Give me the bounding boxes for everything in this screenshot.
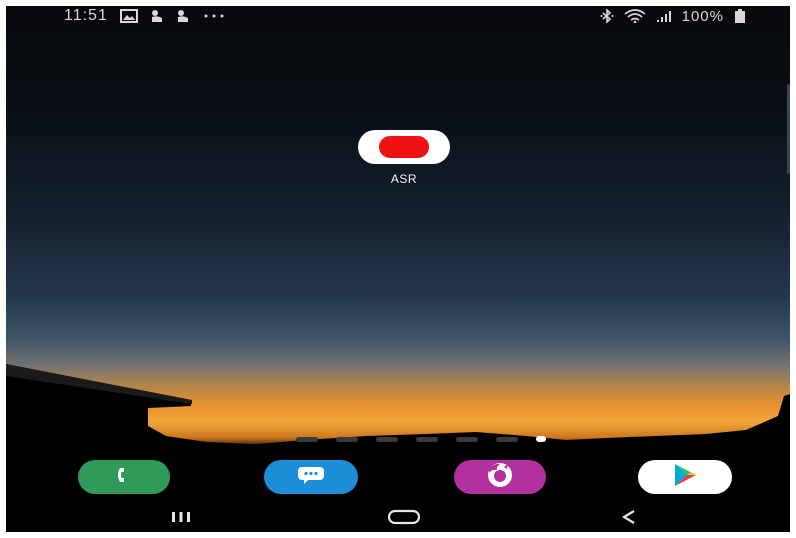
recents-icon: [168, 510, 194, 529]
status-bar: 11:51 100%: [6, 6, 790, 26]
home-icon: [387, 509, 421, 530]
edge-panel-handle[interactable]: [787, 84, 790, 174]
messages-app[interactable]: [264, 460, 358, 494]
phone-icon: [113, 464, 135, 491]
page-dot[interactable]: [336, 436, 358, 442]
gallery-icon: [119, 9, 138, 23]
page-dot[interactable]: [416, 436, 438, 442]
back-button[interactable]: [606, 506, 652, 532]
clock: 11:51: [64, 7, 108, 24]
more-notifications-icon: [202, 13, 226, 19]
status-right: 100%: [600, 6, 746, 26]
page-dot[interactable]: [376, 436, 398, 442]
status-left: 11:51: [64, 6, 226, 26]
page-dot[interactable]: [296, 436, 318, 442]
play-store-icon: [663, 462, 707, 493]
page-dot[interactable]: [496, 436, 518, 442]
page-indicator: [296, 436, 546, 442]
asr-app[interactable]: ASR: [358, 130, 450, 186]
asr-app-label: ASR: [390, 172, 418, 186]
dock: [6, 458, 790, 498]
notification-icon: [150, 9, 164, 23]
home-button[interactable]: [378, 506, 430, 532]
wifi-icon: [624, 9, 646, 23]
home-screen: 11:51 100% ASR: [6, 6, 790, 532]
bluetooth-icon: [600, 9, 614, 23]
notification-icon: [176, 9, 190, 23]
phone-app[interactable]: [78, 460, 170, 494]
battery-icon: [734, 9, 746, 23]
asr-app-icon[interactable]: [358, 130, 450, 164]
page-dot-active[interactable]: [536, 436, 546, 442]
play-store-app[interactable]: [638, 460, 732, 494]
signal-icon: [656, 9, 672, 23]
firefox-icon: [484, 461, 516, 494]
page-dot[interactable]: [456, 436, 478, 442]
battery-percentage: 100%: [681, 7, 724, 25]
back-icon: [619, 509, 639, 530]
navigation-bar: [6, 506, 790, 532]
recents-button[interactable]: [156, 506, 206, 532]
firefox-app[interactable]: [454, 460, 546, 494]
messages-icon: [296, 464, 326, 491]
record-icon: [379, 136, 429, 158]
